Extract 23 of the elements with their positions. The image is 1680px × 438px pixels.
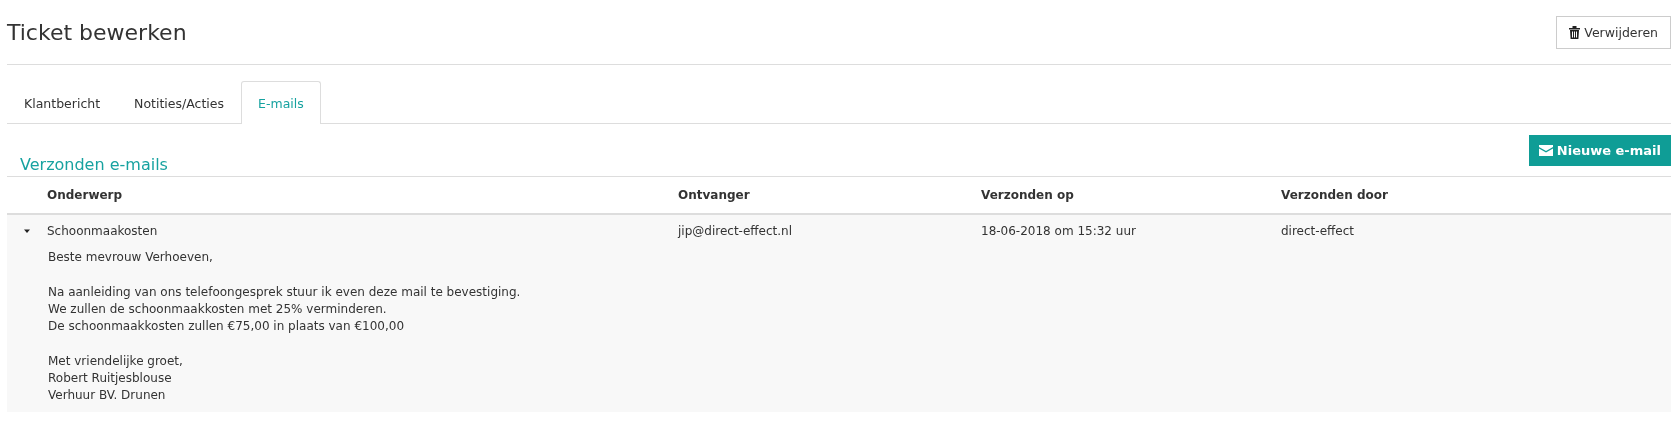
column-header: Verzonden door [1281,188,1388,202]
column-header: Ontvanger [678,188,750,202]
tab[interactable]: Klantbericht [7,81,118,124]
email-text-line: Robert Ruitjesblouse [48,370,173,387]
trash-icon [1569,25,1581,39]
column-header: Onderwerp [47,188,123,202]
page-title: Ticket bewerken [7,19,187,45]
delete-button[interactable]: Verwijderen [1556,15,1671,49]
caret-icon[interactable] [23,228,31,234]
table-cell: Schoonmaakosten [47,224,158,238]
section-title: Verzonden e-mails [20,155,168,174]
email-text-line: We zullen de schoonmaakkosten met 25% verminderen. [48,301,388,318]
email-text-line: Met vriendelijke groet, [48,353,184,370]
email-text-line: Beste mevrouw Verhoeven, [48,249,214,266]
table-cell: jip@direct-effect.nl [678,224,792,238]
email-text-line: Na aanleiding van ons telefoongesprek stuur ik even deze mail te bevestiging. [48,284,522,301]
column-header: Verzonden op [981,188,1074,202]
email-text-line: De schoonmaakkosten zullen €75,00 in plaats van €100,00 [48,318,405,335]
table-cell: direct-effect [1281,224,1354,238]
envelope-icon [1538,145,1553,156]
table-cell: 18-06-2018 om 15:32 uur [981,224,1136,238]
email-text-line: Verhuur BV. Drunen [48,387,167,404]
tab[interactable]: Notities/Acties [117,81,242,124]
